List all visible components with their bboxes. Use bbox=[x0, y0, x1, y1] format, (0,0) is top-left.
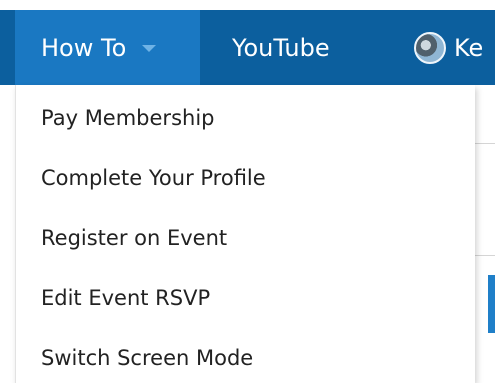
page-accent-block bbox=[488, 275, 495, 333]
menu-item-register-on-event[interactable]: Register on Event bbox=[41, 218, 227, 258]
nav-youtube-link[interactable]: YouTube bbox=[232, 10, 330, 85]
menu-item-label: Register on Event bbox=[41, 226, 228, 250]
nav-youtube-label: YouTube bbox=[232, 33, 330, 62]
nav-how-to-label: How To bbox=[41, 33, 127, 62]
app-window: How To YouTube Ke Pay Membership Complet… bbox=[0, 0, 495, 383]
caret-down-icon bbox=[142, 45, 157, 52]
menu-item-edit-event-rsvp[interactable]: Edit Event RSVP bbox=[41, 278, 210, 318]
how-to-dropdown-menu: Pay Membership Complete Your Profile Reg… bbox=[15, 85, 475, 383]
page-background-right bbox=[475, 85, 495, 383]
menu-item-pay-membership[interactable]: Pay Membership bbox=[41, 98, 215, 138]
main-navbar: How To YouTube Ke bbox=[0, 10, 495, 85]
nav-user-label: Ke bbox=[454, 33, 484, 62]
menu-item-switch-screen-mode[interactable]: Switch Screen Mode bbox=[41, 338, 253, 378]
page-divider bbox=[475, 255, 495, 256]
avatar bbox=[414, 31, 446, 64]
menu-item-label: Switch Screen Mode bbox=[41, 346, 254, 370]
page-divider bbox=[475, 143, 495, 144]
nav-how-to-menu[interactable]: How To bbox=[15, 10, 200, 85]
menu-item-label: Complete Your Profile bbox=[41, 166, 266, 190]
nav-user-menu[interactable]: Ke bbox=[414, 10, 483, 85]
menu-item-label: Edit Event RSVP bbox=[41, 286, 211, 310]
menu-item-label: Pay Membership bbox=[41, 106, 215, 130]
menu-item-complete-your-profile[interactable]: Complete Your Profile bbox=[41, 158, 266, 198]
top-strip bbox=[0, 0, 495, 10]
